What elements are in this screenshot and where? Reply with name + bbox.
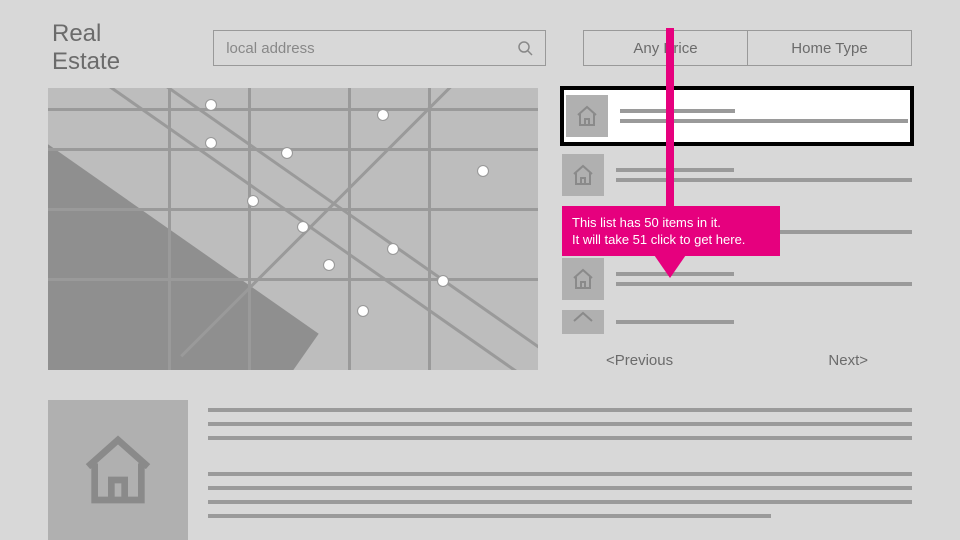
search-icon <box>517 40 533 56</box>
detail-panel <box>0 388 960 540</box>
listing-thumb <box>566 95 608 137</box>
map-pin[interactable] <box>206 100 216 110</box>
detail-text <box>208 400 912 540</box>
map-pin[interactable] <box>388 244 398 254</box>
map-pin[interactable] <box>298 222 308 232</box>
listing-thumb <box>562 154 604 196</box>
map[interactable] <box>48 88 538 370</box>
map-pin[interactable] <box>248 196 258 206</box>
home-icon <box>571 163 595 187</box>
callout-line2: It will take 51 click to get here. <box>572 231 770 248</box>
annotation-callout: This list has 50 items in it. It will ta… <box>562 206 780 256</box>
map-pin[interactable] <box>206 138 216 148</box>
filter-bar: Any Price Home Type <box>584 30 912 66</box>
detail-thumb <box>48 400 188 540</box>
prev-button[interactable]: <Previous <box>606 352 673 369</box>
listing-thumb <box>562 258 604 300</box>
pager: <Previous Next> <box>606 352 868 369</box>
home-icon <box>571 267 595 291</box>
type-filter[interactable]: Home Type <box>747 30 912 66</box>
map-pin[interactable] <box>378 110 388 120</box>
list-item[interactable] <box>562 154 912 196</box>
map-pin[interactable] <box>358 306 368 316</box>
header: Real Estate local address Any Price Home… <box>0 0 960 88</box>
home-icon <box>575 104 599 128</box>
list-item[interactable] <box>562 88 912 144</box>
home-icon <box>78 430 158 510</box>
callout-line1: This list has 50 items in it. <box>572 214 770 231</box>
map-pin[interactable] <box>438 276 448 286</box>
map-pin[interactable] <box>282 148 292 158</box>
search-placeholder: local address <box>226 40 517 57</box>
map-pin[interactable] <box>324 260 334 270</box>
listing-thumb <box>562 310 604 334</box>
results-list: <Previous Next> This list has 50 items i… <box>562 88 912 388</box>
map-pin[interactable] <box>478 166 488 176</box>
home-icon <box>571 310 595 334</box>
brand-title: Real Estate <box>52 20 175 76</box>
list-item[interactable] <box>562 258 912 300</box>
next-button[interactable]: Next> <box>828 352 868 369</box>
list-item[interactable] <box>562 310 912 334</box>
search-input[interactable]: local address <box>213 30 546 66</box>
